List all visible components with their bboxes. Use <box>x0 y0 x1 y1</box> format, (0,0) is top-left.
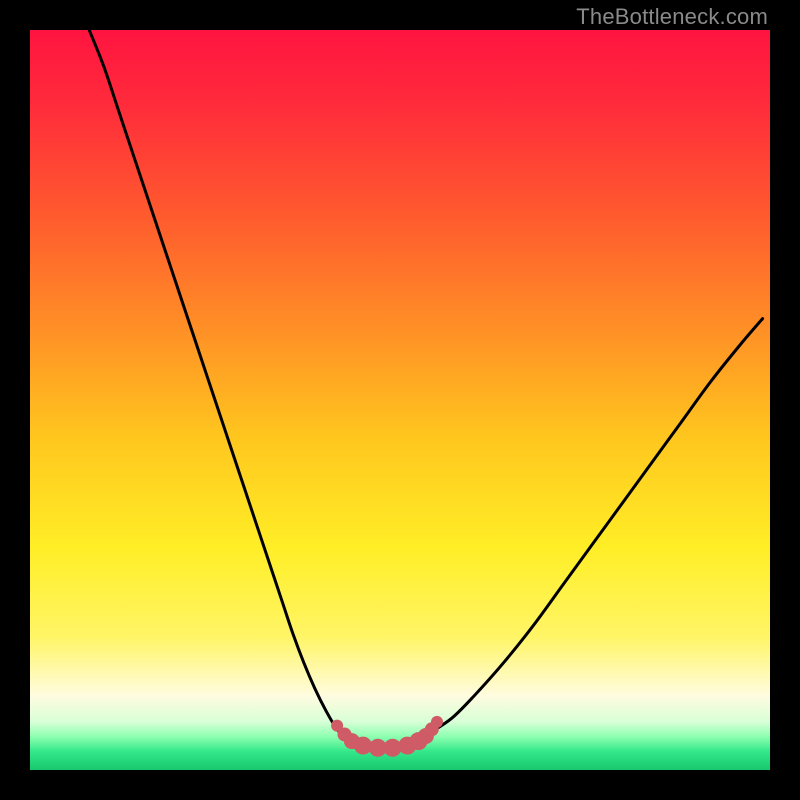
curve-layer <box>30 30 770 770</box>
trough-marker <box>431 716 443 728</box>
trough-markers <box>331 716 443 757</box>
plot-area <box>30 30 770 770</box>
chart-frame: TheBottleneck.com <box>0 0 800 800</box>
watermark-text: TheBottleneck.com <box>576 4 768 30</box>
bottleneck-curve <box>89 30 762 748</box>
